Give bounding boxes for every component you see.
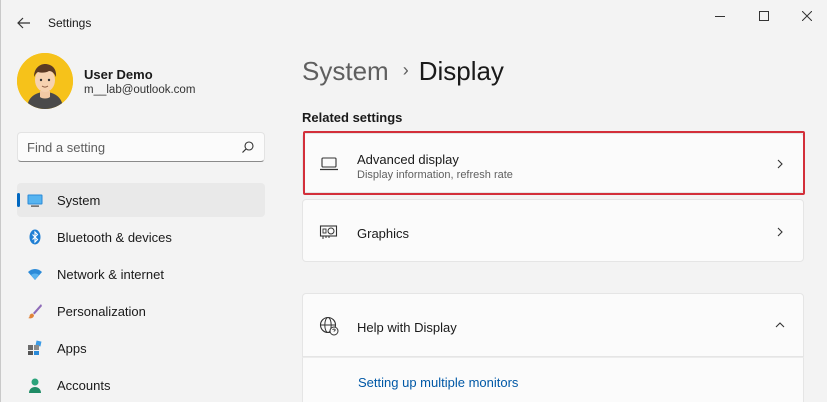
bluetooth-icon: [29, 229, 41, 245]
close-button[interactable]: [785, 4, 827, 28]
search-icon[interactable]: [241, 140, 255, 154]
laptop-icon: [320, 157, 338, 171]
app-title: Settings: [48, 16, 92, 30]
graphics-card-icon: [319, 225, 338, 239]
setting-up-multiple-monitors-link[interactable]: Setting up multiple monitors: [358, 375, 518, 390]
close-icon: [802, 11, 812, 21]
sidebar-item-label: Apps: [57, 341, 87, 356]
minimize-icon: [715, 16, 725, 17]
sidebar-item-label: System: [57, 193, 101, 208]
user-email: m__lab@outlook.com: [84, 84, 196, 96]
sidebar-item-apps[interactable]: Apps: [17, 331, 265, 365]
sidebar-item-label: Bluetooth & devices: [57, 230, 172, 245]
active-indicator: [17, 193, 20, 207]
search-input[interactable]: [18, 133, 238, 161]
card-subtitle: Display information, refresh rate: [357, 169, 513, 181]
settings-window: Settings User Demo m__lab@outlook.com Fi…: [0, 0, 827, 402]
chevron-right-icon: [777, 159, 783, 169]
back-button[interactable]: [11, 10, 37, 36]
title-bar: Settings: [1, 0, 827, 40]
help-link-row: Setting up multiple monitors: [302, 357, 804, 402]
arrow-left-icon: [17, 17, 30, 29]
wifi-icon: [28, 269, 42, 280]
maximize-icon: [759, 11, 769, 21]
breadcrumb-parent[interactable]: System: [302, 56, 389, 86]
advanced-display-card[interactable]: Advanced display Display information, re…: [302, 133, 804, 193]
sidebar-item-personalization[interactable]: Personalization: [17, 294, 265, 328]
chevron-right-icon: [777, 227, 783, 237]
graphics-card[interactable]: Graphics: [302, 199, 804, 262]
user-avatar-icon: [17, 53, 73, 109]
maximize-button[interactable]: [742, 4, 786, 28]
help-section-header[interactable]: Help with Display: [302, 293, 804, 357]
sidebar-item-label: Network & internet: [57, 267, 164, 282]
globe-help-icon: [319, 316, 339, 336]
chevron-up-icon[interactable]: [775, 320, 785, 330]
avatar[interactable]: [17, 53, 73, 109]
breadcrumb: System › Display: [302, 56, 504, 86]
minimize-button[interactable]: [698, 4, 742, 28]
person-icon: [29, 378, 41, 393]
brush-icon: [28, 304, 42, 319]
monitor-icon: [27, 194, 43, 207]
apps-icon: [28, 340, 42, 355]
sidebar-item-accounts[interactable]: Accounts: [17, 368, 265, 402]
sidebar-item-system[interactable]: System: [17, 183, 265, 217]
sidebar-item-label: Personalization: [57, 304, 146, 319]
sidebar-item-bluetooth[interactable]: Bluetooth & devices: [17, 220, 265, 254]
card-title: Advanced display: [357, 152, 459, 167]
related-settings-heading: Related settings: [302, 110, 403, 125]
sidebar-item-label: Accounts: [57, 378, 111, 393]
help-title: Help with Display: [357, 320, 457, 335]
search-box[interactable]: [17, 132, 265, 162]
breadcrumb-separator: ›: [402, 60, 409, 80]
card-title: Graphics: [357, 226, 410, 241]
sidebar-item-network[interactable]: Network & internet: [17, 257, 265, 291]
user-name: User Demo: [84, 67, 153, 82]
page-title: Display: [418, 56, 504, 86]
